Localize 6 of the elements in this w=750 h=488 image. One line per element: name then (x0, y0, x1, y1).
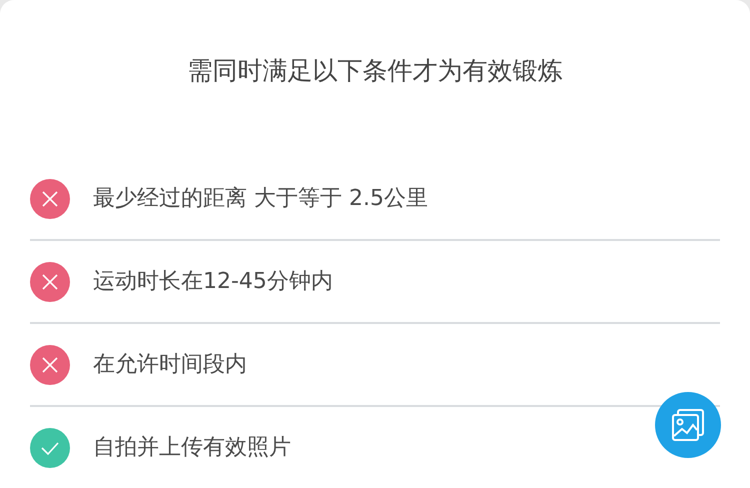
condition-text: 运动时长在12-45分钟内 (93, 268, 333, 296)
image-icon (671, 408, 705, 442)
condition-text: 自拍并上传有效照片 (93, 434, 291, 462)
dialog-title: 需同时满足以下条件才为有效锻炼 (186, 55, 564, 87)
condition-text: 在允许时间段内 (93, 351, 247, 379)
condition-text: 最少经过的距离 大于等于 2.5公里 (93, 185, 428, 213)
